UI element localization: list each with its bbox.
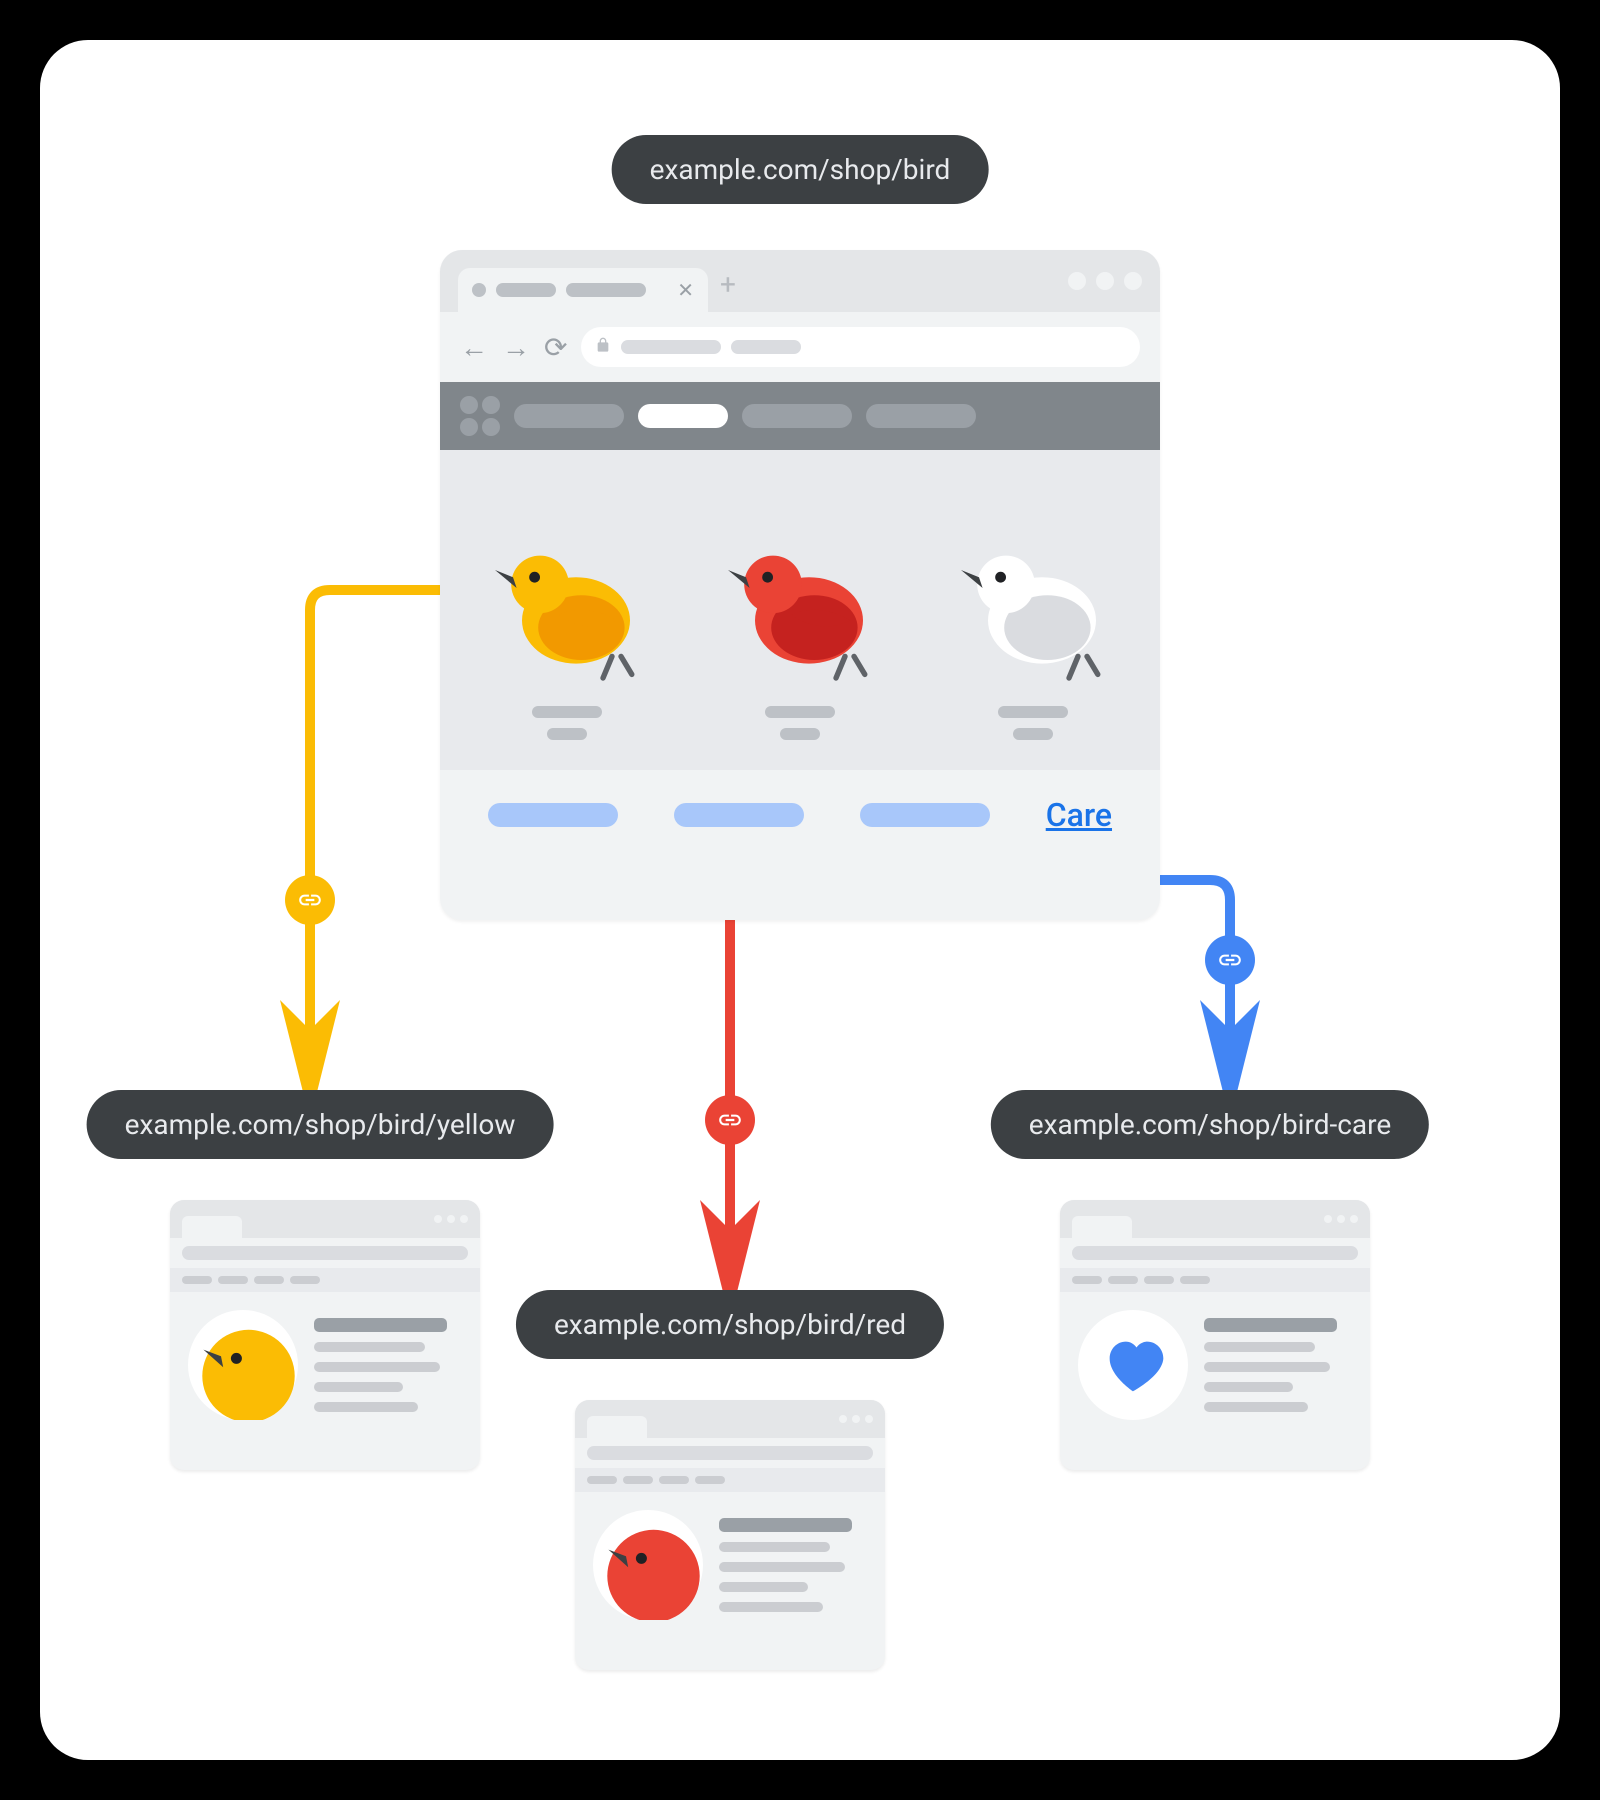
url-pill-root: example.com/shop/bird — [612, 135, 989, 204]
mini-page-yellow — [170, 1200, 480, 1470]
reload-icon[interactable]: ⟳ — [544, 331, 567, 364]
link-icon — [285, 875, 335, 925]
footer-link[interactable] — [674, 803, 804, 827]
care-link[interactable]: Care — [1046, 796, 1112, 834]
mini-page-red — [575, 1400, 885, 1670]
address-bar[interactable] — [581, 327, 1140, 367]
browser-tab[interactable]: ✕ — [458, 268, 708, 312]
diagram-canvas: example.com/shop/bird example.com/shop/b… — [40, 40, 1560, 1760]
tab-title-placeholder — [496, 283, 556, 297]
footer-link[interactable] — [488, 803, 618, 827]
bird-avatar-yellow — [188, 1310, 298, 1420]
site-logo-icon[interactable] — [460, 396, 500, 436]
bird-icon-yellow — [477, 516, 657, 696]
url-pill-yellow: example.com/shop/bird/yellow — [87, 1090, 554, 1159]
new-tab-icon[interactable]: + — [720, 268, 736, 301]
product-price-placeholder — [780, 728, 820, 740]
favicon-placeholder — [472, 283, 486, 297]
close-tab-icon[interactable]: ✕ — [677, 278, 694, 302]
heart-avatar — [1078, 1310, 1188, 1420]
browser-toolbar: ← → ⟳ — [440, 312, 1160, 382]
product-title-placeholder — [765, 706, 835, 718]
lock-icon — [595, 337, 611, 357]
mini-page-care — [1060, 1200, 1370, 1470]
forward-icon[interactable]: → — [502, 331, 530, 364]
product-title-placeholder — [532, 706, 602, 718]
footer-links: Care — [440, 770, 1160, 860]
product-price-placeholder — [547, 728, 587, 740]
nav-item-active[interactable] — [638, 404, 728, 428]
nav-item[interactable] — [866, 404, 976, 428]
bird-icon-white — [943, 516, 1123, 696]
product-card-red[interactable] — [710, 516, 890, 740]
bird-icon-red — [710, 516, 890, 696]
window-controls[interactable] — [1068, 272, 1142, 290]
url-placeholder — [621, 340, 721, 354]
content-lines — [314, 1318, 462, 1412]
browser-window-main: ✕ + ← → ⟳ — [440, 250, 1160, 920]
link-icon — [705, 1095, 755, 1145]
product-title-placeholder — [998, 706, 1068, 718]
url-pill-care: example.com/shop/bird-care — [991, 1090, 1429, 1159]
product-card-white[interactable] — [943, 516, 1123, 740]
content-lines — [1204, 1318, 1352, 1412]
back-icon[interactable]: ← — [460, 331, 488, 364]
footer-link[interactable] — [860, 803, 990, 827]
content-lines — [719, 1518, 867, 1612]
url-pill-red: example.com/shop/bird/red — [516, 1290, 944, 1359]
nav-item[interactable] — [742, 404, 852, 428]
product-grid — [440, 450, 1160, 770]
bird-avatar-red — [593, 1510, 703, 1620]
tab-title-placeholder — [566, 283, 646, 297]
nav-item[interactable] — [514, 404, 624, 428]
tab-bar: ✕ + — [440, 250, 1160, 312]
product-card-yellow[interactable] — [477, 516, 657, 740]
url-placeholder — [731, 340, 801, 354]
site-navbar — [440, 382, 1160, 450]
link-icon — [1205, 935, 1255, 985]
product-price-placeholder — [1013, 728, 1053, 740]
